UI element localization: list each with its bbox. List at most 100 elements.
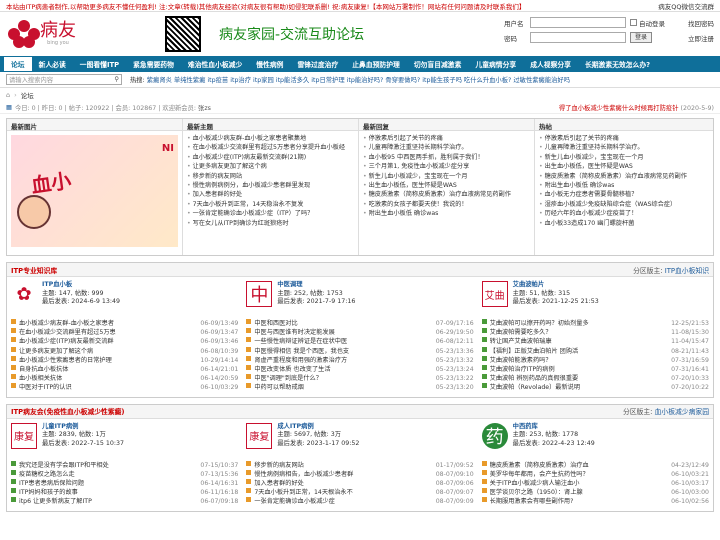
section-title[interactable]: ITP专业知识库 bbox=[11, 265, 57, 275]
nav-item[interactable]: 慢性病例 bbox=[249, 59, 290, 69]
forum-name[interactable]: 中西药库 bbox=[513, 423, 595, 432]
hot-post-link[interactable]: 糖皮质激素（简称皮质激素）治疗血液病常见药副作 bbox=[539, 172, 709, 181]
thread-row[interactable]: 血小板减少症(ITP)病友最新交流群 06-09/13:46 bbox=[11, 337, 238, 346]
thread-title[interactable]: 让更多病友更加了解这个病 bbox=[19, 347, 196, 356]
thread-title[interactable]: 一些慢性病辩证辨证是在症状中医 bbox=[254, 337, 431, 346]
nav-item[interactable]: 雷锋过度治疗 bbox=[290, 59, 345, 69]
nav-item[interactable]: 难治性血小板减少 bbox=[181, 59, 249, 69]
thread-title[interactable]: 医学谈贝尔之路（1950）：肾上腺 bbox=[490, 488, 667, 497]
thread-row[interactable]: 艾曲波帕需要吃多久？ 11-08/15:30 bbox=[481, 328, 709, 337]
reply-link[interactable]: 新生儿血小板减少，宝宝现在一个月 bbox=[363, 172, 530, 181]
reply-link[interactable]: 吃激素的女孩子都要天使！我说的！ bbox=[363, 200, 530, 209]
thread-title[interactable]: 糖皮质激素（简称皮质激素）治疗血 bbox=[490, 461, 667, 470]
thread-title[interactable]: 加入患者群的好处 bbox=[254, 479, 431, 488]
topic-link[interactable]: 在血小板减少交流群里有超过5万患者分享提升血小板经 bbox=[187, 143, 354, 152]
thread-title[interactable]: 中医对于ITP的认识 bbox=[19, 383, 196, 392]
username-input[interactable] bbox=[530, 17, 626, 28]
forum-name[interactable]: 儿童ITP病例 bbox=[42, 423, 124, 432]
thread-title[interactable]: 一张肯定能确诊血小板减少症 bbox=[254, 497, 431, 506]
thread-title[interactable]: 血小板减少病友群-血小板之家患者 bbox=[19, 319, 196, 328]
thread-title[interactable]: 血小板减少症(ITP)病友最新交流群 bbox=[19, 337, 196, 346]
nav-item[interactable]: 论坛 bbox=[4, 57, 32, 71]
topic-link[interactable]: 血小板减少症(ITP)病友最新交流群(21期) bbox=[187, 153, 354, 162]
reply-link[interactable]: 出生血小板低，医生怀疑是WAS bbox=[363, 181, 530, 190]
thread-title[interactable]: 中医"调理"到底是什么？ bbox=[254, 374, 431, 383]
thread-title[interactable]: 7天血小板升到正常，14天根治永不 bbox=[254, 488, 431, 497]
topic-link[interactable]: 7天血小板升到正常，14天稳治永不复发 bbox=[187, 200, 354, 209]
thread-title[interactable]: 转让国产艾曲波帕瑞康 bbox=[490, 337, 667, 346]
thread-row[interactable]: 艾曲波帕可以擦开药吗？初始剂量多 12-25/21:53 bbox=[481, 319, 709, 328]
thread-title[interactable]: 【福利】正版艾曲泊帕片 团购活 bbox=[490, 347, 667, 356]
thread-row[interactable]: 转让国产艾曲波帕瑞康 11-04/15:47 bbox=[481, 337, 709, 346]
hot-post-link[interactable]: 血小板无力症患者需要骨髓移植？ bbox=[539, 190, 709, 199]
thread-row[interactable]: 医学谈贝尔之路（1950）：肾上腺 06-10/03:00 bbox=[481, 488, 709, 497]
password-input[interactable] bbox=[530, 32, 626, 43]
site-logo[interactable]: 病友 bing you bbox=[8, 20, 80, 48]
thread-title[interactable]: 美罗华每年都用，会产生抗药性吗？ bbox=[490, 470, 667, 479]
topic-link[interactable]: 加入患者群的好处 bbox=[187, 190, 354, 199]
reply-link[interactable]: 血小板95 中西医两手抓，胜利属于我们！ bbox=[363, 153, 530, 162]
thread-row[interactable]: 美罗华每年都用，会产生抗药性吗？ 06-10/03:21 bbox=[481, 469, 709, 479]
thread-row[interactable]: 糖皮质激素（简称皮质激素）治疗血 04-23/12:49 bbox=[481, 460, 709, 470]
thread-row[interactable]: 中药可以帮助戒烟 05-23/13:20 bbox=[246, 383, 474, 392]
breadcrumb-forum[interactable]: 论坛 bbox=[21, 90, 34, 100]
thread-row[interactable]: 艾曲波帕能激素药吗？ 07-31/16:59 bbox=[481, 355, 709, 365]
thread-title[interactable]: 自身抗血小板抗体 bbox=[19, 365, 196, 374]
thread-row[interactable]: itp6 让更多新病友了解ITP 06-07/09:18 bbox=[11, 497, 238, 506]
thread-title[interactable]: 艾曲波帕需要吃多久？ bbox=[490, 328, 667, 337]
reply-link[interactable]: 停激素后引起了关节的疼痛 bbox=[363, 134, 530, 143]
thread-title[interactable]: 慢性病例病相告，血小板减少患者群 bbox=[254, 470, 431, 479]
thread-row[interactable]: ITP患者患病后保险问题 06-14/16:31 bbox=[11, 479, 238, 488]
reply-link[interactable]: 附出生血小板低 确诊was bbox=[363, 209, 530, 218]
nav-item[interactable]: 长期激素无效怎么办? bbox=[578, 59, 657, 69]
flower-icon[interactable]: ✿ bbox=[11, 281, 37, 307]
moderator-link[interactable]: 血小板减少病家园 bbox=[655, 408, 709, 416]
thread-title[interactable]: 关于ITP血小板减少病人输注血小 bbox=[490, 479, 667, 488]
hot-post-link[interactable]: 附出生血小板低 确诊was bbox=[539, 181, 709, 190]
thread-row[interactable]: 艾曲波帕（Revolade）最新说明 07-20/10:22 bbox=[481, 383, 709, 392]
section-title[interactable]: ITP病友会(免疫性血小板减少性紫癜) bbox=[11, 406, 125, 416]
thread-row[interactable]: 疫苗糖权之路怎么走 07-13/15:36 bbox=[11, 469, 238, 479]
thread-title[interactable]: 中医与西医谁有时决定能发展 bbox=[254, 328, 431, 337]
hot-post-link[interactable]: 儿童再障激注重坚持长期科学治疗。 bbox=[539, 143, 709, 152]
thread-row[interactable]: 艾曲波帕 辨别药品的真假很重要 07-20/10:33 bbox=[481, 374, 709, 383]
moderator-link[interactable]: ITP血小板知识 bbox=[665, 267, 709, 275]
reply-link[interactable]: 儿童再障激注重坚持长期科学治疗。 bbox=[363, 143, 530, 152]
hot-search-items[interactable]: 紫癜肾炎 单纯性紫癜 itp疫苗 itp治疗 itp家园 itp能活多久 itp… bbox=[147, 77, 570, 84]
thread-row[interactable]: 中医"调理"到底是什么？ 05-23/13:22 bbox=[246, 374, 474, 383]
thread-row[interactable]: 慢性病例病相告，血小板减少患者群 08-07/09:10 bbox=[246, 469, 474, 479]
thread-title[interactable]: 长期服用激素会有哪些副作用? bbox=[490, 497, 667, 506]
thread-row[interactable]: 中医和西医对比 07-09/17:16 bbox=[246, 319, 474, 328]
forum-name[interactable]: ITP血小板 bbox=[42, 281, 120, 290]
thread-title[interactable]: 疫苗糖权之路怎么走 bbox=[19, 470, 196, 479]
thread-title[interactable]: 血小板减少性紫癜患者的日常护理 bbox=[19, 356, 196, 365]
forum-icon[interactable]: 康复 bbox=[246, 422, 273, 449]
thread-row[interactable]: 中医改变体质 也改变了生活 05-23/13:24 bbox=[246, 365, 474, 374]
thread-title[interactable]: 艾曲波帕 辨别药品的真假很重要 bbox=[490, 374, 667, 383]
nav-item[interactable]: 成人视察分享 bbox=[523, 59, 578, 69]
home-icon[interactable]: ⌂ bbox=[6, 91, 10, 99]
topic-link[interactable]: 慢性病例病例分，血小板减少患者群里发现 bbox=[187, 181, 354, 190]
find-password-link[interactable]: 找回密码 bbox=[688, 18, 714, 28]
forum-name[interactable]: 中医调理 bbox=[277, 281, 355, 290]
hot-post-link[interactable]: 新生儿血小板减少，宝宝现在一个月 bbox=[539, 153, 709, 162]
thread-title[interactable]: 血小板相关抗体 bbox=[19, 374, 196, 383]
thread-row[interactable]: 关于ITP血小板减少病人输注血小 06-10/03:17 bbox=[481, 479, 709, 488]
topic-link[interactable]: 写在女儿从ITP到确诊为红斑狼疮时 bbox=[187, 219, 354, 228]
thread-title[interactable]: 艾曲波帕（Revolade）最新说明 bbox=[490, 383, 667, 392]
forum-name[interactable]: 艾曲波帕片 bbox=[513, 281, 599, 290]
topic-link[interactable]: 移步新的病友网站 bbox=[187, 172, 354, 181]
thread-title[interactable]: 艾曲波帕能激素药吗？ bbox=[490, 356, 667, 365]
thread-title[interactable]: ITP患者患病后保险问题 bbox=[19, 479, 196, 488]
register-link[interactable]: 立即注册 bbox=[688, 33, 714, 43]
thread-title[interactable]: 移步新的病友网站 bbox=[254, 461, 431, 470]
thread-title[interactable]: 中医慢得相信 我是个西医，我也支 bbox=[254, 347, 431, 356]
thread-row[interactable]: 血小板相关抗体 06-14/20:59 bbox=[11, 374, 238, 383]
latest-picture[interactable]: NI 血小 bbox=[11, 135, 178, 247]
thread-row[interactable]: 艾曲波帕治疗ITP的病例 07-31/16:41 bbox=[481, 365, 709, 374]
nav-item[interactable]: 儿童病情分享 bbox=[468, 59, 523, 69]
thread-title[interactable]: itp6 让更多新病友了解ITP bbox=[19, 497, 196, 506]
thread-row[interactable]: 一张肯定能确诊血小板减少症 08-07/09:09 bbox=[246, 497, 474, 506]
nav-item[interactable]: 一图看懂ITP bbox=[73, 59, 126, 69]
thread-row[interactable]: 移步新的病友网站 01-17/09:52 bbox=[246, 460, 474, 470]
